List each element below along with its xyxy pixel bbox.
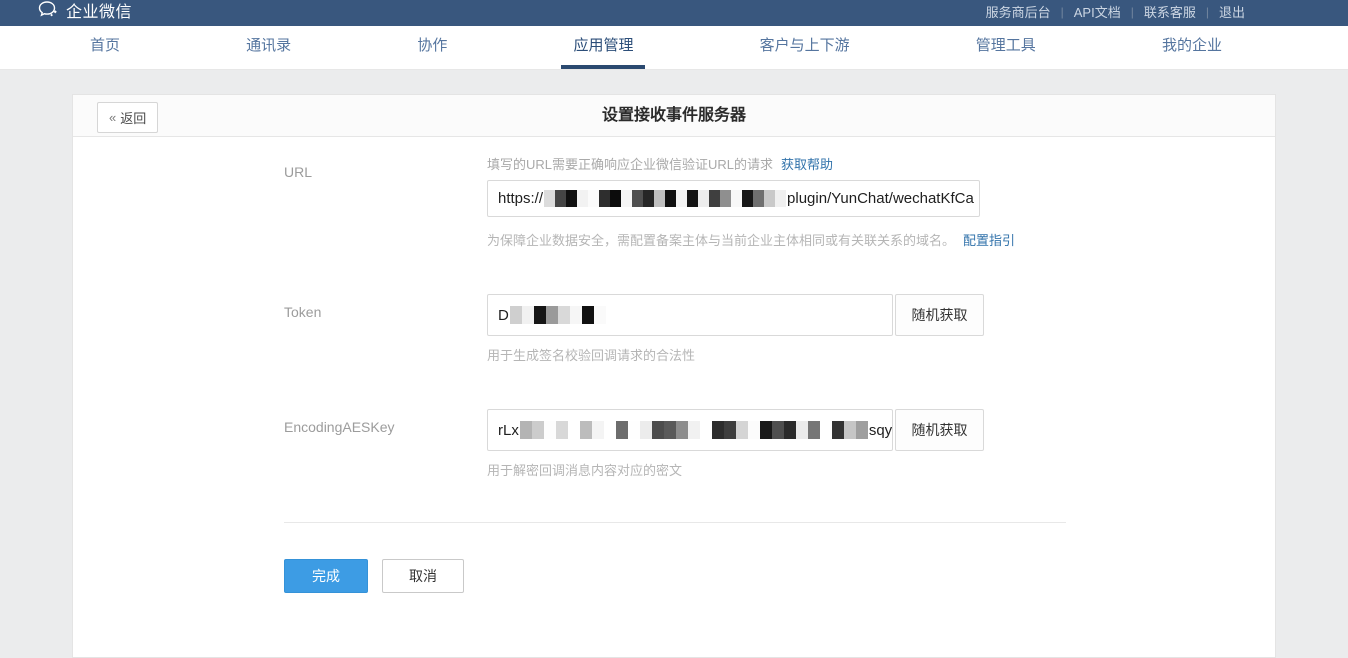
form-actions: 完成 取消 <box>284 559 1275 593</box>
content-card: « 返回 设置接收事件服务器 URL 填写的URL需要正确响应企业微信验证URL… <box>72 94 1276 658</box>
aeskey-label: EncodingAESKey <box>284 409 487 479</box>
cancel-button[interactable]: 取消 <box>382 559 464 593</box>
wechat-work-bubble-icon <box>38 0 60 20</box>
url-row: URL 填写的URL需要正确响应企业微信验证URL的请求获取帮助 https:/… <box>284 154 1275 249</box>
submit-button[interactable]: 完成 <box>284 559 368 593</box>
back-button[interactable]: « 返回 <box>97 102 158 133</box>
url-label: URL <box>284 154 487 249</box>
server-settings-form: URL 填写的URL需要正确响应企业微信验证URL的请求获取帮助 https:/… <box>73 137 1275 593</box>
separator: | <box>1061 5 1064 19</box>
tab-admin-tools[interactable]: 管理工具 <box>962 26 1050 69</box>
url-value-suffix: plugin/YunChat/wechatKfCa <box>787 190 974 207</box>
url-tip-below-text: 为保障企业数据安全，需配置备案主体与当前企业主体相同或有关联关系的域名。 <box>487 233 955 248</box>
url-tip-below: 为保障企业数据安全，需配置备案主体与当前企业主体相同或有关联关系的域名。配置指引 <box>487 230 1015 249</box>
topbar-links: 服务商后台 | API文档 | 联系客服 | 退出 <box>986 2 1245 21</box>
token-redaction <box>510 306 606 324</box>
aeskey-redaction <box>520 421 868 439</box>
back-chevron-icon: « <box>109 110 116 125</box>
tab-customers[interactable]: 客户与上下游 <box>746 26 864 69</box>
brand-name: 企业微信 <box>66 0 132 22</box>
url-tip-above: 填写的URL需要正确响应企业微信验证URL的请求获取帮助 <box>487 154 1015 173</box>
topbar-link-logout[interactable]: 退出 <box>1219 2 1245 21</box>
tab-my-company[interactable]: 我的企业 <box>1148 26 1236 69</box>
token-row: Token D 随机获取 用于生成签名校验回调请求的合法性 <box>284 294 1275 364</box>
page-title: 设置接收事件服务器 <box>73 95 1275 137</box>
aeskey-row: EncodingAESKey rLx sqy 随机获取 用于解密回调消息内容对应的… <box>284 409 1275 479</box>
brand-logo[interactable]: 企业微信 <box>38 0 132 22</box>
main-nav: 首页 通讯录 协作 应用管理 客户与上下游 管理工具 我的企业 <box>0 26 1348 70</box>
topbar: 企业微信 服务商后台 | API文档 | 联系客服 | 退出 <box>0 0 1348 26</box>
url-tip-above-text: 填写的URL需要正确响应企业微信验证URL的请求 <box>487 157 773 172</box>
config-guide-link[interactable]: 配置指引 <box>963 233 1015 248</box>
aeskey-tip: 用于解密回调消息内容对应的密文 <box>487 460 984 479</box>
topbar-link-contact-support[interactable]: 联系客服 <box>1144 2 1196 21</box>
url-value-prefix: https:// <box>498 190 543 207</box>
aeskey-value-prefix: rLx <box>498 422 519 439</box>
tab-app-management[interactable]: 应用管理 <box>559 26 647 69</box>
tab-home[interactable]: 首页 <box>76 26 134 69</box>
tab-contacts[interactable]: 通讯录 <box>232 26 305 69</box>
back-button-label: 返回 <box>120 108 146 127</box>
token-random-button[interactable]: 随机获取 <box>895 294 984 336</box>
form-divider <box>284 522 1066 523</box>
tab-collaboration[interactable]: 协作 <box>403 26 461 69</box>
card-header: « 返回 设置接收事件服务器 <box>73 95 1275 137</box>
token-value-prefix: D <box>498 307 509 324</box>
aeskey-input[interactable]: rLx sqy <box>487 409 893 451</box>
separator: | <box>1131 5 1134 19</box>
token-input[interactable]: D <box>487 294 893 336</box>
token-tip: 用于生成签名校验回调请求的合法性 <box>487 345 984 364</box>
topbar-link-service-provider[interactable]: 服务商后台 <box>986 2 1051 21</box>
aeskey-value-suffix: sqy <box>869 422 892 439</box>
topbar-link-api-docs[interactable]: API文档 <box>1074 2 1121 21</box>
separator: | <box>1206 5 1209 19</box>
aeskey-random-button[interactable]: 随机获取 <box>895 409 984 451</box>
token-label: Token <box>284 294 487 364</box>
url-redaction <box>544 190 786 207</box>
get-help-link[interactable]: 获取帮助 <box>781 157 833 172</box>
url-input[interactable]: https:// plugin/YunChat/wechatKfCa <box>487 180 980 217</box>
